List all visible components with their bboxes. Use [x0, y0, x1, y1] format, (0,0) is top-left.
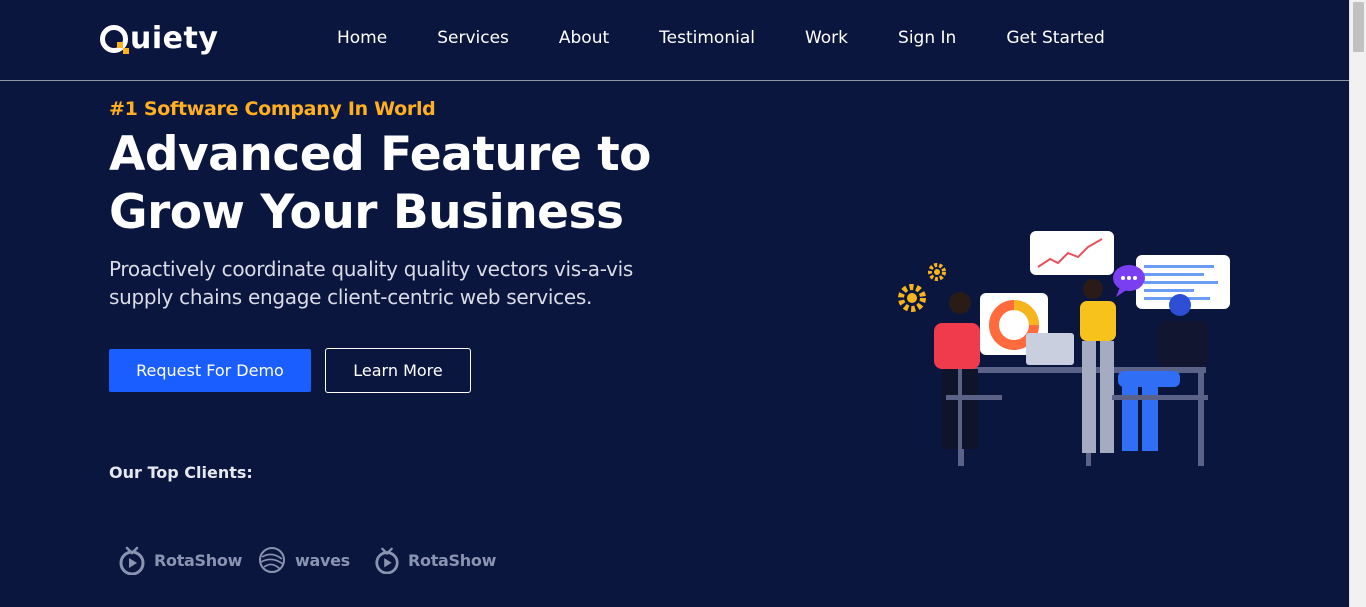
hero-illustration [898, 231, 1230, 466]
globe-icon [259, 547, 285, 573]
tv-icon [375, 547, 399, 574]
site-header: uiety Home Services About Testimonial Wo… [0, 0, 1349, 81]
client-logo-rotashow-2[interactable]: RotaShow [374, 544, 496, 576]
hero-description: Proactively coordinate quality quality v… [109, 255, 649, 311]
scrollbar-thumb[interactable] [1353, 2, 1364, 52]
hero-title-line2: Grow Your Business [109, 185, 624, 240]
hero-title-line1: Advanced Feature to [109, 127, 651, 182]
nav-work[interactable]: Work [780, 26, 873, 50]
client-logo-name: RotaShow [408, 550, 497, 570]
request-demo-button[interactable]: Request For Demo [109, 349, 311, 392]
person-yellow [1080, 279, 1116, 453]
client-logo-waves[interactable]: waves [257, 544, 350, 576]
clients-label: Our Top Clients: [109, 463, 253, 482]
nav-services[interactable]: Services [412, 26, 534, 50]
chart-card [1030, 231, 1114, 275]
hero-desc-line2: supply chains engage client-centric web … [109, 285, 592, 309]
nav-get-started[interactable]: Get Started [981, 26, 1129, 50]
logo-text: uiety [130, 20, 219, 56]
nav-sign-in[interactable]: Sign In [873, 26, 981, 50]
hero-desc-line1: Proactively coordinate quality quality v… [109, 257, 634, 281]
client-logo-rotashow[interactable]: RotaShow [118, 544, 242, 576]
nav-testimonial[interactable]: Testimonial [634, 26, 780, 50]
page-scrollbar[interactable] [1349, 0, 1366, 607]
learn-more-button[interactable]: Learn More [325, 348, 471, 393]
client-logo-name: RotaShow [154, 550, 243, 570]
hero-title: Advanced Feature to Grow Your Business [109, 126, 749, 242]
nav-about[interactable]: About [534, 26, 634, 50]
gear-icon [898, 263, 946, 312]
logo[interactable]: uiety [100, 18, 218, 58]
main-nav: Home Services About Testimonial Work Sig… [312, 26, 1130, 50]
hero-eyebrow: #1 Software Company In World [109, 98, 436, 120]
client-logo-name: waves [295, 550, 350, 570]
tv-icon [119, 546, 145, 575]
logo-q-icon [100, 25, 129, 54]
nav-home[interactable]: Home [312, 26, 412, 50]
